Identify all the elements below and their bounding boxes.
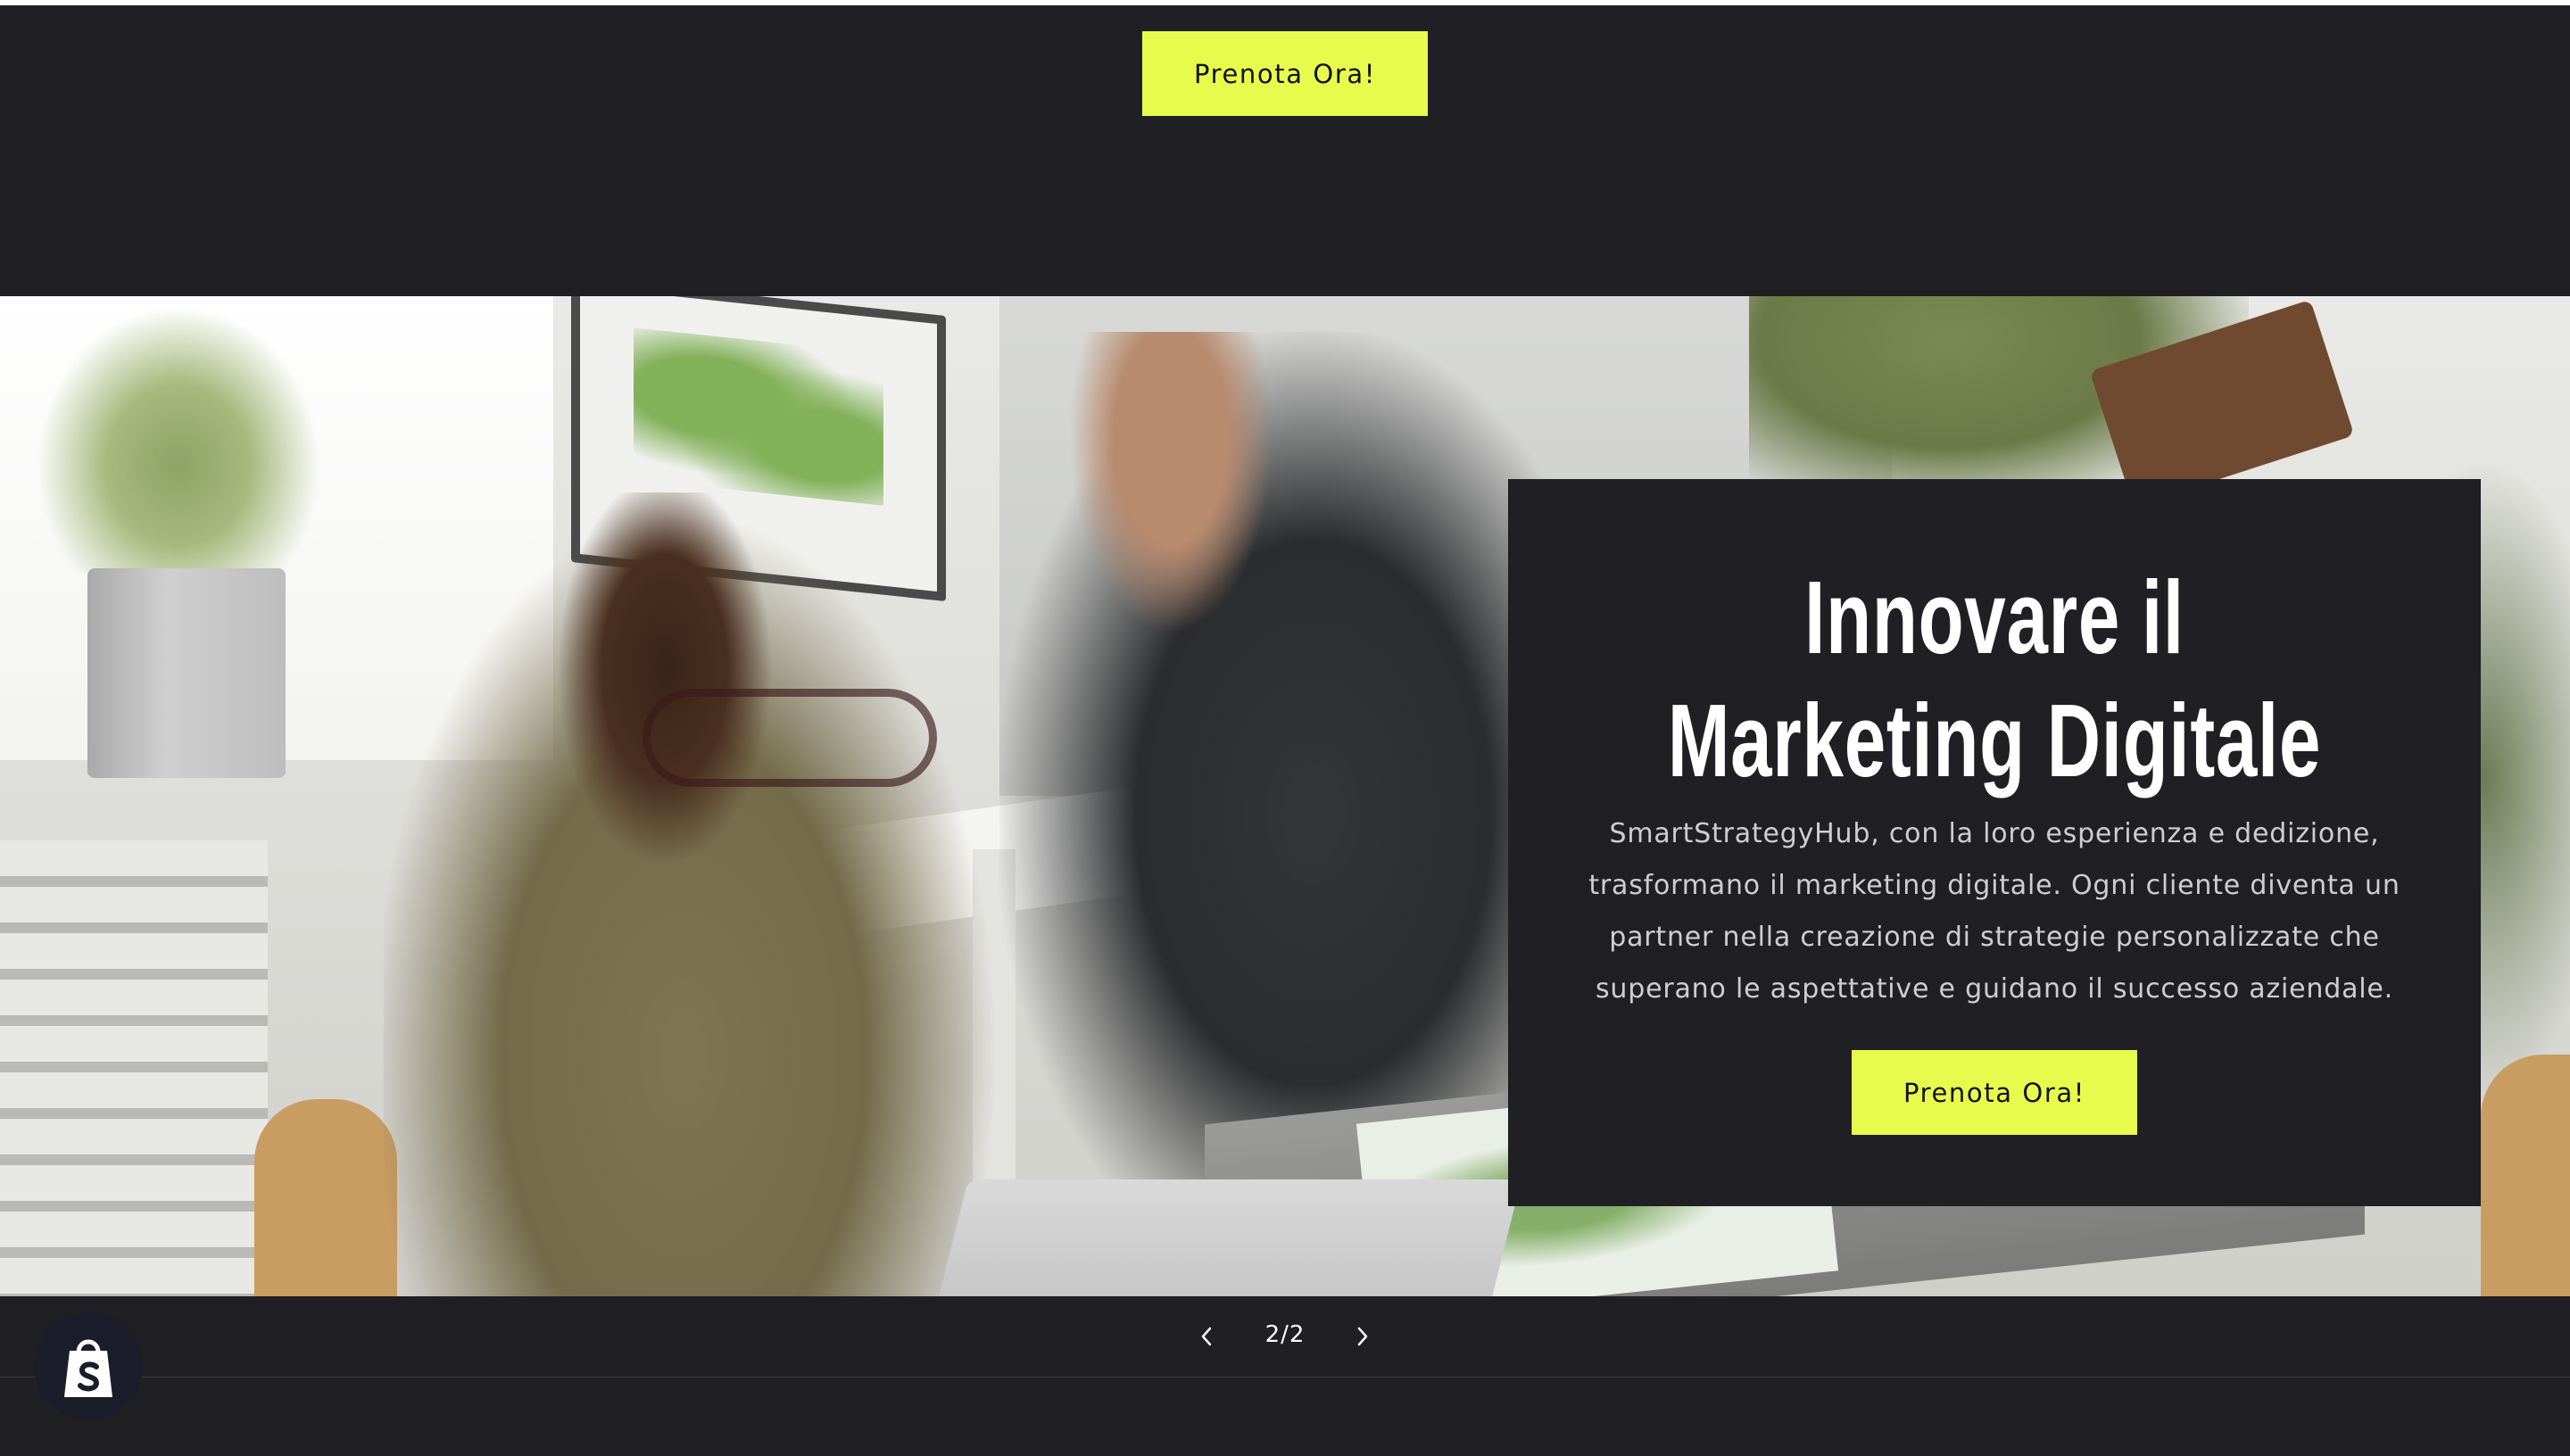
photo-main-person xyxy=(384,492,1008,1296)
photo-chair-right xyxy=(2481,1055,2570,1296)
photo-laptop xyxy=(924,1179,1521,1296)
photo-plant-pot xyxy=(87,568,286,778)
slide-heading-line1: Innovare il xyxy=(1804,559,2184,675)
slideshow-controls: 2/2 xyxy=(0,1296,2570,1377)
slide-counter: 2/2 xyxy=(1264,1321,1306,1348)
book-now-button-top[interactable]: Prenota Ora! xyxy=(1142,31,1428,116)
next-slide-button[interactable] xyxy=(1339,1312,1387,1361)
slideshow: Innovare il Marketing Digitale SmartStra… xyxy=(0,296,2570,1296)
shopify-badge[interactable] xyxy=(34,1311,143,1420)
photo-radiator xyxy=(0,840,268,1296)
slide-heading: Innovare il Marketing Digitale xyxy=(1645,556,2345,802)
page-bottom xyxy=(0,1377,2570,1456)
shopify-bag-icon xyxy=(64,1339,112,1397)
photo-monitor-map xyxy=(634,327,883,506)
chevron-right-icon xyxy=(1357,1327,1368,1346)
photo-glasses xyxy=(642,689,937,787)
chevron-left-icon xyxy=(1201,1327,1212,1346)
photo-background-man xyxy=(999,332,1571,1206)
book-now-button-slide[interactable]: Prenota Ora! xyxy=(1852,1050,2137,1135)
slide-content-card: Innovare il Marketing Digitale SmartStra… xyxy=(1508,479,2481,1206)
photo-plant-leaves xyxy=(36,305,321,573)
slide-description: SmartStrategyHub, con la loro esperienza… xyxy=(1588,818,2400,1005)
previous-slide-button[interactable] xyxy=(1182,1312,1231,1361)
slide-heading-line2: Marketing Digitale xyxy=(1667,682,2322,798)
photo-chair-left xyxy=(254,1099,397,1296)
top-section: Prenota Ora! xyxy=(0,5,2570,296)
